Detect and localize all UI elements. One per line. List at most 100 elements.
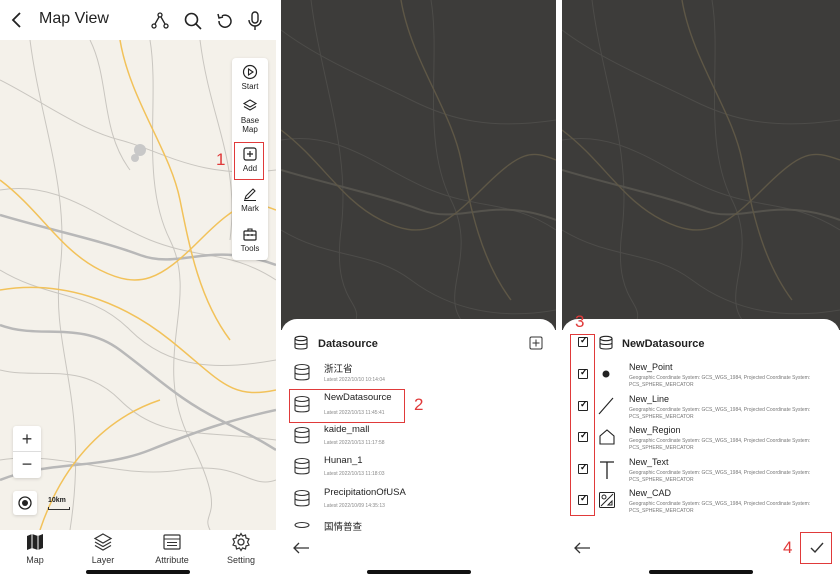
page-title: Map View	[39, 10, 109, 27]
home-indicator	[86, 570, 190, 574]
scale-bar	[48, 507, 70, 510]
tool-start-label: Start	[241, 82, 259, 91]
dataset-info: Geographic Coordinate System: GCS_WGS_19…	[629, 375, 811, 388]
add-datasource-icon[interactable]	[529, 336, 543, 350]
map-view-screen: Map View Start Base Map Add Mark Tools 1…	[0, 0, 276, 580]
map-canvas-dimmed	[281, 0, 556, 330]
home-indicator	[649, 570, 753, 574]
step-4-label: 4	[783, 538, 793, 557]
datasource-screen: Datasource 浙江省 Latest 2022/10/10 10:14:0…	[281, 0, 556, 580]
gear-icon	[232, 532, 250, 552]
database-icon	[294, 363, 310, 381]
route-icon[interactable]	[150, 11, 170, 31]
zoom-out-button[interactable]: −	[13, 452, 41, 478]
nav-layer[interactable]: Layer	[73, 532, 133, 565]
nav-setting[interactable]: Setting	[211, 532, 271, 565]
nav-attribute-label: Attribute	[155, 555, 189, 565]
toolbox-icon	[243, 228, 257, 241]
region-icon	[599, 429, 615, 445]
dataset-name: New_Point	[629, 362, 673, 372]
datasource-item[interactable]: 浙江省 Latest 2022/10/10 10:14:04	[281, 359, 556, 390]
pen-icon	[244, 188, 256, 201]
locate-button[interactable]	[13, 491, 37, 515]
datasource-item[interactable]: Hunan_1 Latest 2022/10/13 11:18:03	[281, 453, 556, 484]
nav-layer-label: Layer	[91, 555, 115, 565]
top-bar: Map View	[0, 0, 276, 40]
scale-bar-label: 10km	[48, 497, 66, 504]
database-icon	[599, 335, 613, 350]
tool-base-map-label: Base Map	[240, 116, 260, 134]
new-datasource-screen: ✓ NewDatasource ✓ New_Point Geographic C…	[562, 0, 840, 580]
sheet-title: Datasource	[318, 338, 378, 350]
sheet-title: NewDatasource	[622, 338, 705, 350]
datasource-name: PrecipitationOfUSA	[324, 487, 406, 498]
database-icon	[294, 426, 310, 444]
back-arrow-icon[interactable]	[292, 541, 310, 555]
zoom-control: + −	[13, 426, 41, 478]
line-icon	[598, 397, 614, 415]
datasource-date: Latest 2022/10/13 11:18:03	[324, 471, 385, 477]
location-target-icon	[18, 496, 32, 510]
tool-start[interactable]: Start	[232, 64, 268, 91]
back-icon[interactable]	[10, 11, 24, 29]
datasource-name: 浙江省	[324, 364, 353, 375]
datasource-item[interactable]: 国情普查	[281, 517, 556, 531]
attribute-table-icon	[163, 534, 181, 550]
highlight-datasource-box	[289, 389, 405, 423]
tool-base-map[interactable]: Base Map	[232, 98, 268, 134]
database-icon	[294, 521, 310, 529]
step-3-label: 3	[575, 312, 585, 331]
nav-attribute[interactable]: Attribute	[142, 532, 202, 565]
dataset-name: New_Region	[629, 425, 681, 435]
undo-icon[interactable]	[215, 11, 235, 31]
tool-tools-label: Tools	[240, 244, 260, 253]
dataset-row[interactable]: ✓ New_Point Geographic Coordinate System…	[562, 361, 840, 392]
highlight-confirm-box	[800, 532, 832, 564]
text-icon	[600, 461, 614, 479]
database-icon	[294, 489, 310, 507]
dataset-info: Geographic Coordinate System: GCS_WGS_19…	[629, 470, 811, 483]
microphone-icon[interactable]	[247, 11, 263, 31]
tool-mark-label: Mark	[241, 204, 259, 213]
search-icon[interactable]	[183, 11, 203, 31]
nav-map-label: Map	[26, 555, 44, 565]
point-icon	[602, 370, 610, 378]
dataset-row[interactable]: ✓ New_Region Geographic Coordinate Syste…	[562, 424, 840, 455]
datasource-date: Latest 2022/10/09 14:35:13	[324, 503, 385, 509]
back-arrow-icon[interactable]	[573, 541, 591, 555]
dataset-row[interactable]: ✓ New_Line Geographic Coordinate System:…	[562, 393, 840, 424]
step-1-label: 1	[216, 150, 226, 169]
nav-map[interactable]: Map	[5, 532, 65, 565]
play-circle-icon	[242, 64, 258, 80]
datasource-name: 国情普查	[324, 522, 363, 531]
layer-icon	[93, 533, 113, 551]
dataset-name: New_Text	[629, 457, 669, 467]
datasource-name: Hunan_1	[324, 455, 363, 466]
layers-stack-icon	[242, 99, 258, 111]
datasource-item[interactable]: kaide_mall Latest 2022/10/13 11:17:58	[281, 422, 556, 453]
zoom-in-button[interactable]: +	[13, 426, 41, 452]
dataset-row[interactable]: ✓ New_Text Geographic Coordinate System:…	[562, 456, 840, 487]
map-canvas-dimmed	[562, 0, 840, 330]
datasource-sheet: Datasource 浙江省 Latest 2022/10/10 10:14:0…	[281, 319, 556, 580]
tool-tools[interactable]: Tools	[232, 226, 268, 253]
highlight-checkbox-column	[570, 334, 595, 516]
datasource-name: kaide_mall	[324, 424, 370, 435]
cad-icon	[599, 492, 615, 508]
map-icon	[27, 534, 43, 550]
home-indicator	[367, 570, 471, 574]
dataset-info: Geographic Coordinate System: GCS_WGS_19…	[629, 438, 811, 451]
database-icon	[294, 457, 310, 475]
dataset-sheet: ✓ NewDatasource ✓ New_Point Geographic C…	[562, 312, 840, 580]
tool-mark[interactable]: Mark	[232, 186, 268, 213]
dataset-info: Geographic Coordinate System: GCS_WGS_19…	[629, 407, 811, 420]
datasource-item[interactable]: PrecipitationOfUSA Latest 2022/10/09 14:…	[281, 485, 556, 516]
dataset-name: New_Line	[629, 394, 670, 404]
highlight-add-box	[234, 142, 264, 180]
database-icon	[294, 335, 308, 350]
datasource-date: Latest 2022/10/10 10:14:04	[324, 377, 385, 383]
datasource-date: Latest 2022/10/13 11:17:58	[324, 440, 385, 446]
dataset-name: New_CAD	[629, 488, 672, 498]
dataset-row[interactable]: ✓ New_CAD Geographic Coordinate System: …	[562, 487, 840, 518]
dataset-info: Geographic Coordinate System: GCS_WGS_19…	[629, 501, 811, 514]
